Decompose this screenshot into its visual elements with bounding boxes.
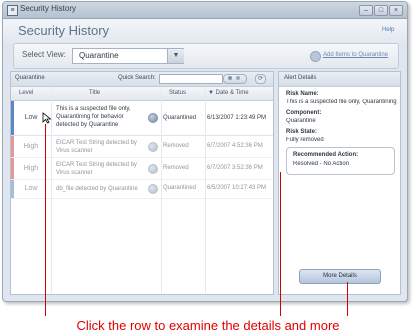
annotation-line bbox=[45, 124, 46, 316]
alert-details-panel: Alert Details Risk Name: This is a suspe… bbox=[278, 71, 401, 295]
page-header: Security History Help bbox=[3, 19, 407, 43]
page-title: Security History bbox=[18, 23, 110, 38]
component-value: Quarantine bbox=[286, 118, 316, 124]
info-icon[interactable] bbox=[148, 184, 158, 194]
view-selector-bar: Select View: Quarantine ▼ Add Items to Q… bbox=[13, 43, 399, 69]
more-details-button[interactable]: More Details bbox=[299, 269, 381, 284]
level-indicator bbox=[11, 136, 14, 157]
component-label: Component: bbox=[286, 110, 322, 116]
details-header: Alert Details bbox=[279, 72, 400, 87]
level-indicator bbox=[11, 158, 14, 179]
level-indicator bbox=[11, 180, 14, 198]
annotation-caption: Click the row to examine the details and… bbox=[76, 318, 340, 333]
help-link[interactable]: Help bbox=[382, 27, 394, 33]
add-icon[interactable] bbox=[310, 51, 321, 62]
quick-search-input[interactable] bbox=[159, 74, 223, 84]
search-icon[interactable] bbox=[228, 76, 232, 80]
annotation-line bbox=[347, 282, 348, 316]
window-title: Security History bbox=[20, 4, 77, 13]
info-icon[interactable] bbox=[148, 164, 158, 174]
minimize-button[interactable]: – bbox=[359, 5, 373, 16]
view-select-value: Quarantine bbox=[79, 51, 119, 60]
recommended-action-box: Recommended Action: Resolved - No Action bbox=[286, 147, 395, 175]
column-title[interactable]: Title bbox=[89, 90, 100, 96]
row-level: High bbox=[23, 165, 39, 172]
column-status[interactable]: Status bbox=[169, 90, 186, 96]
row-title: EICAR Test String detected by Virus scan… bbox=[56, 162, 137, 176]
risk-state-label: Risk State: bbox=[286, 129, 318, 135]
refresh-icon[interactable]: ⟳ bbox=[255, 74, 266, 84]
mouse-cursor-icon bbox=[42, 112, 52, 124]
row-level: High bbox=[23, 143, 39, 150]
row-date: 6/5/2007 10:27:43 PM bbox=[207, 185, 267, 191]
row-level: Low bbox=[24, 114, 38, 121]
row-title: EICAR Test String detected by Virus scan… bbox=[56, 140, 137, 154]
risk-name-label: Risk Name: bbox=[286, 91, 319, 97]
clear-search-icon[interactable] bbox=[236, 76, 240, 80]
column-divider bbox=[205, 87, 206, 293]
info-icon[interactable] bbox=[148, 142, 158, 152]
annotation-line bbox=[280, 172, 281, 316]
row-title: db_file detected by Quarantine bbox=[56, 186, 138, 192]
chevron-down-icon[interactable]: ▼ bbox=[167, 49, 184, 63]
window-menu-icon[interactable]: ≡ bbox=[7, 5, 18, 16]
window-titlebar[interactable]: ≡ Security History – □ × bbox=[3, 2, 407, 19]
recommended-action-value: Resolved - No Action bbox=[293, 161, 350, 167]
list-title: Quarantine bbox=[15, 75, 45, 81]
column-divider bbox=[161, 87, 162, 293]
row-date: 6/7/2007 4:52:36 PM bbox=[207, 143, 263, 149]
row-title: This is a suspected file only, Quarantin… bbox=[56, 106, 131, 128]
row-status: Quarantined bbox=[163, 115, 197, 121]
column-level[interactable]: Level bbox=[19, 90, 33, 96]
risk-state-value: Fully removed bbox=[286, 137, 324, 143]
row-status: Removed bbox=[163, 143, 189, 149]
risk-name-value: This is a suspected file only, Quarantin… bbox=[286, 99, 398, 105]
level-indicator bbox=[11, 101, 14, 135]
row-date: 6/13/2007 1:23:49 PM bbox=[207, 115, 267, 121]
recommended-action-label: Recommended Action: bbox=[293, 152, 359, 158]
column-date[interactable]: ▼ Date & Time bbox=[208, 90, 249, 96]
view-select[interactable]: Quarantine ▼ bbox=[72, 48, 184, 64]
info-icon[interactable] bbox=[148, 113, 158, 123]
row-date: 6/7/2007 3:52:36 PM bbox=[207, 165, 263, 171]
close-button[interactable]: × bbox=[389, 5, 403, 16]
security-history-window: ≡ Security History – □ × Security Histor… bbox=[2, 1, 408, 302]
list-toolbar: Quarantine Quick Search: ⟳ bbox=[11, 72, 273, 87]
row-status: Removed bbox=[163, 165, 189, 171]
details-title: Alert Details bbox=[284, 75, 317, 81]
add-items-link[interactable]: Add Items to Quarantine bbox=[323, 52, 388, 58]
select-view-label: Select View: bbox=[22, 50, 66, 59]
row-status: Quarantined bbox=[163, 185, 197, 191]
maximize-button[interactable]: □ bbox=[374, 5, 388, 16]
row-level: Low bbox=[24, 185, 38, 192]
quick-search-label: Quick Search: bbox=[118, 75, 156, 81]
quarantine-list-panel: Quarantine Quick Search: ⟳ Level Title S… bbox=[10, 71, 274, 295]
search-buttons bbox=[223, 74, 247, 84]
